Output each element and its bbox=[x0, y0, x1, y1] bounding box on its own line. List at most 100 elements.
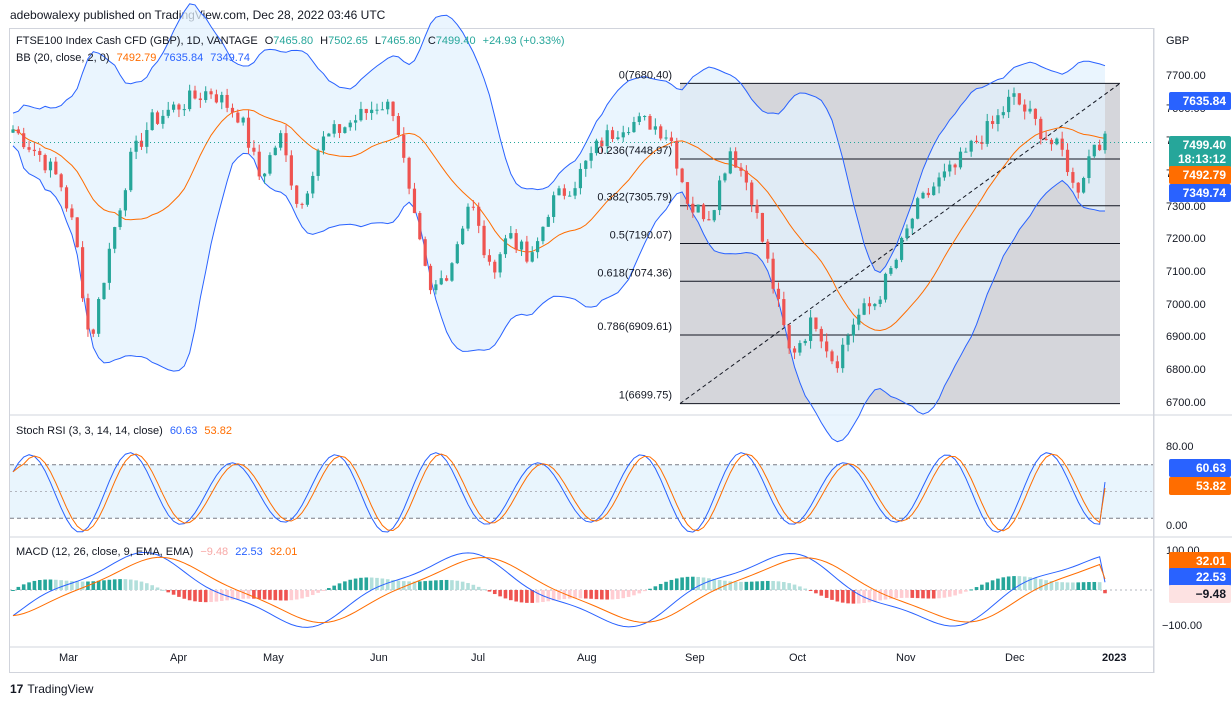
chart-canvas[interactable]: 0(7680.40) 0.236(7448.97) 0.382(7305.79) 0.… bbox=[0, 0, 1232, 707]
candle-body bbox=[953, 164, 957, 168]
macd-histogram-bar bbox=[150, 585, 154, 590]
macd-histogram-bar bbox=[685, 576, 690, 590]
macd-histogram-bar bbox=[814, 590, 818, 594]
candle-body bbox=[1017, 93, 1021, 105]
macd-hist-price-label: −9.48 bbox=[1169, 585, 1231, 603]
candle-body bbox=[899, 237, 904, 260]
candle-body bbox=[161, 115, 165, 124]
macd-hist-value: −9.48 bbox=[200, 546, 229, 558]
stoch-tick-80: 80.00 bbox=[1166, 441, 1194, 453]
candle-body bbox=[145, 130, 149, 147]
fib-level-label: 0.786(6909.61) bbox=[597, 321, 672, 333]
price-tick-label: 7000.00 bbox=[1166, 298, 1206, 311]
macd-histogram-bar bbox=[118, 579, 122, 590]
candle-body bbox=[402, 134, 406, 158]
macd-histogram-bar bbox=[268, 590, 272, 600]
stoch-d-value: 53.82 bbox=[204, 425, 232, 437]
macd-histogram-bar bbox=[273, 590, 278, 601]
macd-histogram-bar bbox=[482, 589, 486, 591]
candle-body bbox=[295, 185, 299, 204]
bb-legend[interactable]: BB (20, close, 2, 0) 7492.79 7635.84 734… bbox=[16, 52, 254, 64]
candle-body bbox=[841, 344, 845, 369]
close-value: 7499.40 bbox=[435, 35, 476, 47]
macd-histogram-bar bbox=[128, 579, 133, 590]
macd-histogram-bar bbox=[749, 581, 754, 590]
tradingview-logo[interactable]: 17 TradingView bbox=[10, 682, 93, 696]
macd-histogram-bar bbox=[519, 590, 524, 603]
candle-body bbox=[626, 132, 631, 134]
candle-body bbox=[1039, 118, 1043, 140]
candle-body bbox=[734, 151, 738, 168]
price-tick-label: 7100.00 bbox=[1166, 265, 1206, 278]
candle-body bbox=[279, 133, 283, 148]
high-value: 7502.65 bbox=[328, 35, 368, 47]
candle-body bbox=[680, 168, 684, 183]
candle-body bbox=[712, 210, 716, 221]
macd-histogram-bar bbox=[985, 582, 990, 590]
candle-body bbox=[166, 109, 170, 116]
candle-body bbox=[155, 112, 160, 124]
candle-body bbox=[359, 108, 363, 121]
candle-body bbox=[787, 325, 791, 349]
macd-histogram-bar bbox=[123, 579, 128, 590]
candle-body bbox=[439, 278, 443, 285]
macd-histogram-bar bbox=[498, 590, 502, 597]
macd-histogram-bar bbox=[423, 581, 427, 590]
macd-histogram-bar bbox=[969, 589, 973, 591]
candle-body bbox=[798, 343, 802, 353]
candle-body bbox=[123, 190, 128, 211]
macd-histogram-bar bbox=[59, 580, 63, 590]
candle-body bbox=[825, 341, 829, 352]
stoch-legend[interactable]: Stoch RSI (3, 3, 14, 14, close) 60.63 53… bbox=[16, 425, 236, 437]
bb-lower-value: 7349.74 bbox=[210, 52, 251, 64]
macd-histogram-bar bbox=[321, 590, 326, 591]
macd-histogram-bar bbox=[642, 590, 647, 592]
macd-histogram-bar bbox=[102, 580, 106, 590]
macd-histogram-bar bbox=[808, 590, 813, 591]
close-label: C bbox=[427, 35, 436, 47]
candle-body bbox=[171, 104, 176, 110]
open-value: 7465.80 bbox=[273, 35, 314, 47]
candle-body bbox=[643, 115, 647, 117]
macd-histogram-bar bbox=[626, 590, 631, 597]
macd-histogram-bar bbox=[359, 577, 363, 590]
macd-histogram-bar bbox=[455, 580, 460, 590]
stoch-k-value: 60.63 bbox=[169, 425, 198, 437]
macd-histogram-bar bbox=[1092, 581, 1097, 590]
candle-body bbox=[750, 182, 754, 205]
candle-body bbox=[744, 170, 748, 183]
macd-histogram-bar bbox=[905, 590, 909, 598]
candle-body bbox=[198, 98, 202, 101]
candle-body bbox=[493, 261, 497, 273]
candle-body bbox=[535, 241, 540, 253]
macd-histogram-bar bbox=[915, 590, 920, 599]
time-axis-label: 2023 bbox=[1102, 652, 1127, 664]
macd-histogram-bar bbox=[733, 581, 738, 590]
candle-body bbox=[562, 188, 566, 196]
macd-histogram-bar bbox=[846, 590, 850, 604]
candle-body bbox=[782, 299, 786, 326]
macd-histogram-bar bbox=[792, 584, 797, 590]
macd-histogram-bar bbox=[439, 580, 444, 590]
macd-histogram-bar bbox=[899, 590, 904, 598]
macd-histogram-bar bbox=[369, 577, 374, 590]
macd-histogram-bar bbox=[990, 580, 995, 590]
macd-histogram-bar bbox=[503, 590, 508, 599]
macd-histogram-bar bbox=[658, 583, 663, 590]
macd-histogram-bar bbox=[600, 590, 604, 600]
candle-body bbox=[835, 361, 839, 369]
macd-histogram-bar bbox=[771, 581, 775, 590]
candle-body bbox=[980, 141, 984, 144]
main-legend[interactable]: FTSE100 Index Cash CFD (GBP), 1D, VANTAG… bbox=[16, 35, 569, 47]
candle-body bbox=[48, 161, 53, 171]
time-axis-label: Jun bbox=[370, 652, 388, 664]
macd-histogram-bar bbox=[996, 578, 1000, 590]
macd-histogram-bar bbox=[193, 590, 197, 602]
candle-body bbox=[1092, 144, 1096, 157]
macd-histogram-bar bbox=[894, 590, 899, 599]
macd-name: MACD (12, 26, close, 9, EMA, EMA) bbox=[16, 546, 194, 558]
macd-histogram-bar bbox=[434, 580, 438, 590]
macd-legend[interactable]: MACD (12, 26, close, 9, EMA, EMA) −9.48 … bbox=[16, 546, 301, 558]
macd-histogram-bar bbox=[257, 590, 262, 599]
macd-histogram-bar bbox=[327, 588, 331, 590]
